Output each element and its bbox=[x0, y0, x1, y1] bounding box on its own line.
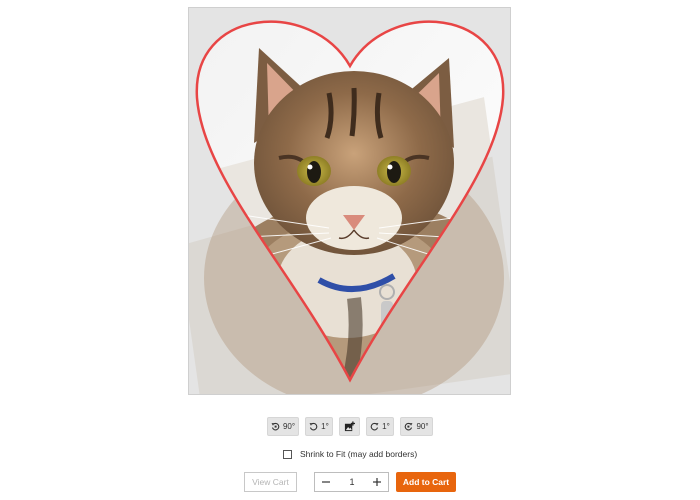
add-to-cart-button[interactable]: Add to Cart bbox=[396, 472, 456, 492]
quantity-decrease-button[interactable] bbox=[317, 473, 335, 491]
shrink-to-fit-row: Shrink to Fit (may add borders) bbox=[283, 448, 417, 460]
view-cart-button[interactable]: View Cart bbox=[244, 472, 297, 492]
quantity-increase-button[interactable] bbox=[368, 473, 386, 491]
rotate-left-1-button[interactable]: 1° bbox=[305, 417, 333, 436]
rotate-right-1-label: 1° bbox=[382, 422, 390, 431]
image-edit-toolbar: 90° 1° 1° 90° bbox=[0, 417, 700, 437]
replace-image-button[interactable] bbox=[339, 417, 360, 436]
image-preview-frame[interactable] bbox=[188, 7, 511, 395]
rotate-right-icon bbox=[405, 422, 413, 431]
rotate-cw-fine-icon bbox=[370, 422, 379, 431]
quantity-input[interactable] bbox=[337, 473, 367, 491]
rotate-left-90-button[interactable]: 90° bbox=[267, 417, 299, 436]
shrink-to-fit-label[interactable]: Shrink to Fit (may add borders) bbox=[300, 449, 417, 459]
plus-icon bbox=[373, 478, 381, 486]
rotate-ccw-fine-icon bbox=[309, 422, 318, 431]
rotate-right-90-label: 90° bbox=[416, 422, 429, 431]
rotate-right-1-button[interactable]: 1° bbox=[366, 417, 394, 436]
rotate-left-icon bbox=[271, 422, 280, 431]
rotate-right-90-button[interactable]: 90° bbox=[400, 417, 433, 436]
shrink-to-fit-checkbox[interactable] bbox=[283, 449, 292, 459]
heart-preview-canvas[interactable] bbox=[189, 8, 511, 395]
quantity-stepper bbox=[314, 472, 389, 492]
minus-icon bbox=[322, 481, 330, 483]
rotate-left-1-label: 1° bbox=[321, 422, 329, 431]
rotate-left-90-label: 90° bbox=[282, 422, 296, 431]
add-image-icon bbox=[344, 421, 355, 432]
